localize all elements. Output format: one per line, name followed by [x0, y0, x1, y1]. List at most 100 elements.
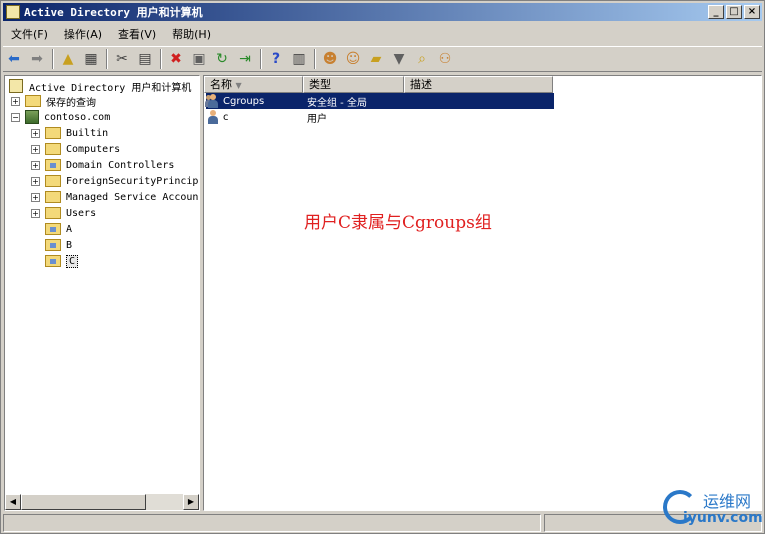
refresh-icon[interactable]: ↻ — [211, 48, 233, 70]
scroll-thumb[interactable] — [21, 494, 146, 510]
tree-item-domain[interactable]: − contoso.com — [11, 109, 110, 125]
watermark-cn: 运维网 — [703, 492, 752, 511]
tree-item-label: Computers — [66, 143, 121, 155]
help-icon[interactable]: ? — [265, 48, 287, 70]
column-name[interactable]: 名称 ▼ — [204, 76, 303, 93]
tree-item-label-selected: C — [66, 254, 79, 268]
expand-icon[interactable]: + — [31, 208, 40, 218]
tree-item-builtin[interactable]: + Builtin — [31, 125, 108, 141]
menu-view[interactable]: 查看(V) — [110, 26, 164, 42]
toolbar-separator — [106, 49, 108, 69]
ou-folder-icon — [45, 223, 61, 235]
create-group-icon[interactable]: ☺ — [342, 48, 364, 70]
user-icon — [206, 110, 220, 124]
window-title: Active Directory 用户和计算机 — [24, 6, 203, 19]
properties-icon[interactable]: ▣ — [188, 48, 210, 70]
expand-icon[interactable]: + — [31, 160, 40, 170]
menu-file[interactable]: 文件(F) — [3, 26, 56, 42]
tree-item-label: contoso.com — [44, 111, 111, 123]
toolbar-separator — [314, 49, 316, 69]
tree-item-users[interactable]: + Users — [31, 205, 96, 221]
column-header: 名称 ▼ 类型 描述 — [204, 76, 553, 93]
watermark-en: iyunv.com — [683, 510, 763, 526]
tree-item-ou-b[interactable]: B — [31, 237, 72, 253]
close-button[interactable]: × — [744, 5, 760, 19]
show-console-tree-icon[interactable]: ▥ — [288, 48, 310, 70]
forward-icon[interactable]: ➡ — [26, 48, 48, 70]
column-description[interactable]: 描述 — [404, 76, 553, 93]
annotation-text: 用户C隶属与Cgroups组 — [304, 213, 492, 233]
folder-icon — [45, 191, 61, 203]
toolbar-separator — [260, 49, 262, 69]
group-icon — [205, 94, 220, 108]
folder-icon — [25, 95, 41, 107]
delete-icon[interactable]: ✖ — [165, 48, 187, 70]
copy-icon[interactable]: ▤ — [134, 48, 156, 70]
tree-item-domain-controllers[interactable]: + Domain Controllers — [31, 157, 174, 173]
column-type[interactable]: 类型 — [303, 76, 404, 93]
toolbar-separator — [160, 49, 162, 69]
list-row-cgroups[interactable]: Cgroups 安全组 - 全局 — [205, 93, 554, 109]
cut-icon[interactable]: ✂ — [111, 48, 133, 70]
list-row-c[interactable]: c 用户 — [206, 109, 554, 125]
row-name: Cgroups — [223, 95, 265, 107]
tree-item-saved-queries[interactable]: + 保存的查询 — [11, 93, 96, 109]
menu-action[interactable]: 操作(A) — [56, 26, 110, 42]
tree-item-label: A — [66, 223, 73, 235]
export-list-icon[interactable]: ⇥ — [234, 48, 256, 70]
tree-item-label: Managed Service Accounts — [66, 191, 200, 203]
console-tree[interactable]: Active Directory 用户和计算机 + 保存的查询 − contos… — [4, 75, 200, 511]
tree-item-label: Builtin — [66, 127, 109, 139]
add-to-group-icon[interactable]: ⚇ — [434, 48, 456, 70]
back-icon[interactable]: ⬅ — [3, 48, 25, 70]
menu-help[interactable]: 帮助(H) — [164, 26, 219, 42]
tree-item-label: Users — [66, 207, 97, 219]
tree-item-ou-c[interactable]: C — [31, 253, 79, 269]
status-bar — [3, 514, 762, 532]
tree-item-label: B — [66, 239, 73, 251]
title-bar: Active Directory 用户和计算机 _ □ × — [3, 3, 762, 21]
expand-icon[interactable]: + — [31, 144, 40, 154]
status-panel-main — [3, 514, 541, 532]
tree-item-label: Domain Controllers — [66, 159, 175, 171]
maximize-button[interactable]: □ — [726, 5, 742, 19]
tree-item-foreign-security-principals[interactable]: + ForeignSecurityPrincipals — [31, 173, 199, 189]
create-ou-icon[interactable]: ▰ — [365, 48, 387, 70]
create-user-icon[interactable]: ☻ — [319, 48, 341, 70]
details-pane[interactable]: 名称 ▼ 类型 描述 Cgroups 安全组 - 全局 c 用户 用户C隶属与C… — [203, 75, 762, 511]
folder-icon — [45, 175, 61, 187]
snapin-icon — [9, 79, 23, 93]
tree-item-label: 保存的查询 — [46, 97, 96, 109]
collapse-icon[interactable]: − — [11, 112, 20, 122]
ou-folder-icon — [45, 159, 61, 171]
up-folder-icon[interactable]: ▲ — [57, 48, 79, 70]
row-type: 用户 — [307, 113, 327, 125]
row-name: c — [223, 111, 229, 123]
toolbar-separator — [52, 49, 54, 69]
tree-item-label: Active Directory 用户和计算机 — [29, 82, 192, 94]
folder-icon — [45, 127, 61, 139]
expand-icon[interactable]: + — [11, 96, 20, 106]
expand-icon[interactable]: + — [31, 192, 40, 202]
expand-icon[interactable]: + — [31, 128, 40, 138]
toolbar: ⬅ ➡ ▲ ▦ ✂ ▤ ✖ ▣ ↻ ⇥ ? ▥ ☻ ☺ ▰ ▼ ⌕ ⚇ — [3, 46, 762, 72]
menu-bar: 文件(F) 操作(A) 查看(V) 帮助(H) — [3, 24, 219, 44]
sort-arrow-icon: ▼ — [235, 81, 242, 90]
show-hide-tree-icon[interactable]: ▦ — [80, 48, 102, 70]
row-type: 安全组 - 全局 — [307, 97, 367, 109]
tree-horizontal-scrollbar[interactable]: ◀ ▶ — [5, 494, 199, 510]
tree-item-root[interactable]: Active Directory 用户和计算机 — [9, 78, 191, 94]
ou-folder-icon — [45, 255, 61, 267]
tree-item-managed-service-accounts[interactable]: + Managed Service Accounts — [31, 189, 200, 205]
scroll-right-icon[interactable]: ▶ — [183, 494, 199, 510]
filter-icon[interactable]: ▼ — [388, 48, 410, 70]
tree-item-ou-a[interactable]: A — [31, 221, 72, 237]
ou-folder-icon — [45, 239, 61, 251]
expand-icon[interactable]: + — [31, 176, 40, 186]
find-icon[interactable]: ⌕ — [411, 48, 433, 70]
scroll-left-icon[interactable]: ◀ — [5, 494, 21, 510]
app-icon — [6, 5, 20, 19]
tree-item-computers[interactable]: + Computers — [31, 141, 120, 157]
minimize-button[interactable]: _ — [708, 5, 724, 19]
folder-icon — [45, 143, 61, 155]
